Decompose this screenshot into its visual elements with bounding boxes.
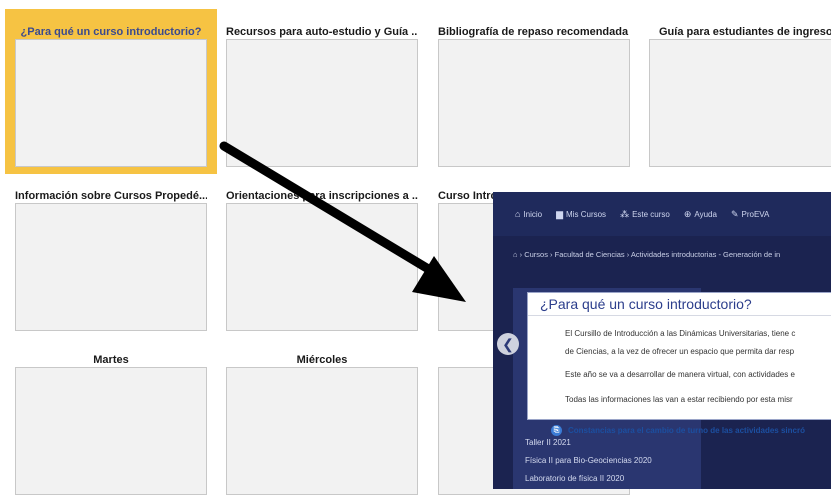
pointer-arrow-icon [219, 141, 466, 302]
arrow-shaft [219, 141, 445, 281]
